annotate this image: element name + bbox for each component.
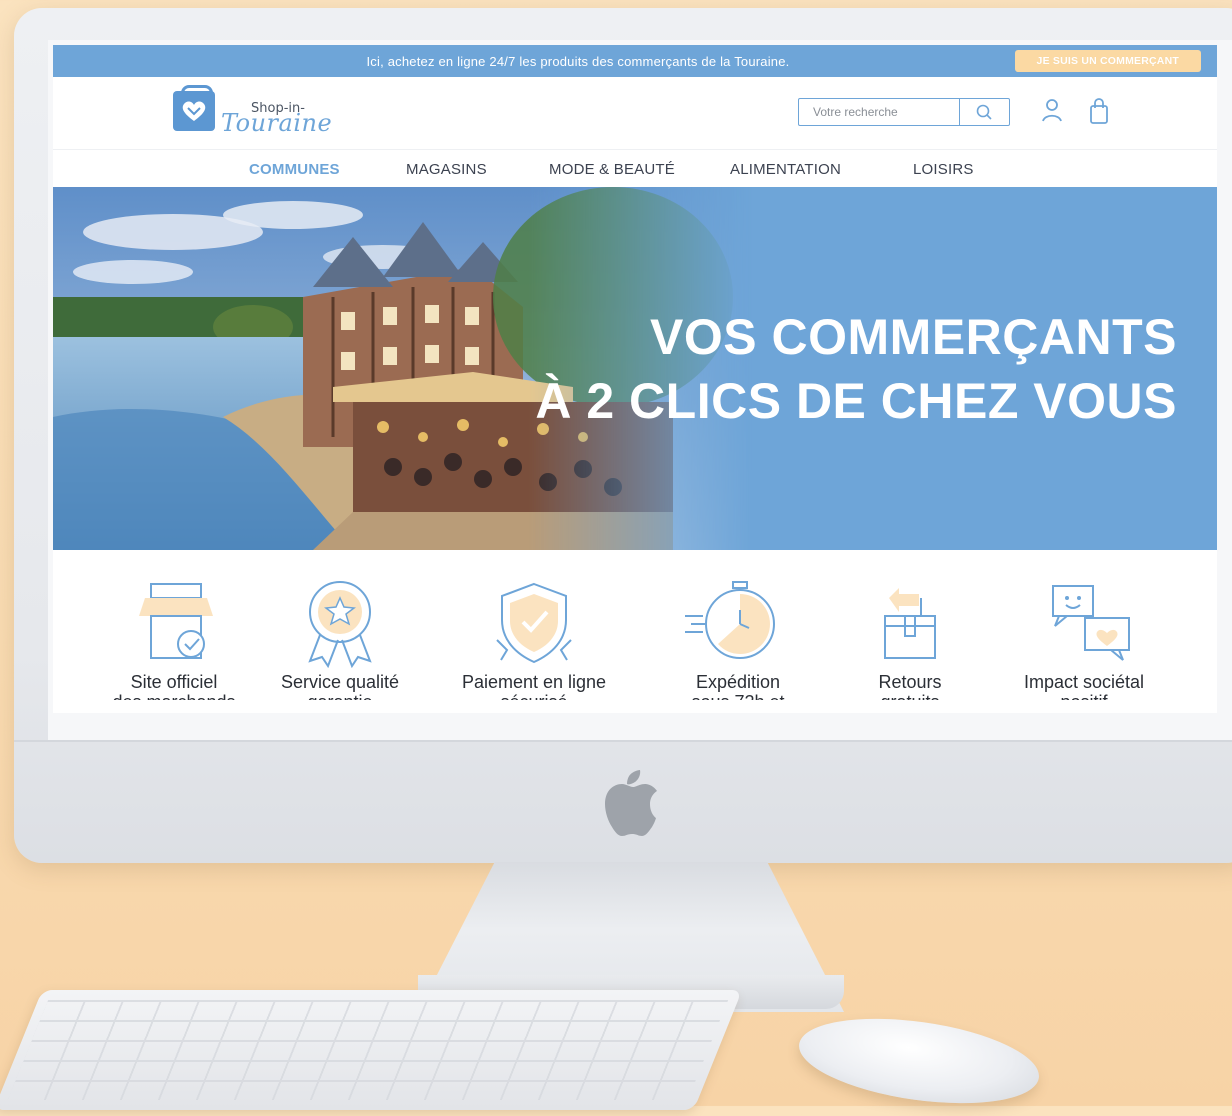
feature-title: Impact sociétal xyxy=(1023,672,1145,692)
feature-title: Retours xyxy=(878,672,942,692)
keyboard xyxy=(0,990,743,1110)
site-header: Shop-in- Touraine xyxy=(53,77,1217,150)
announcement-bar: Ici, achetez en ligne 24/7 les produits … xyxy=(53,45,1217,77)
search-button[interactable] xyxy=(959,99,1009,125)
search-input[interactable] xyxy=(799,99,959,125)
nav-item-magasins[interactable]: MAGASINS xyxy=(406,161,487,178)
nav-item-communes[interactable]: COMMUNES xyxy=(249,161,340,178)
chat-bubbles-icon xyxy=(1052,585,1130,661)
apple-logo-icon xyxy=(605,770,657,836)
feature-shipping: Expédition sous 72h et xyxy=(653,580,823,700)
stopwatch-icon xyxy=(685,581,775,659)
nav-item-alimentation[interactable]: ALIMENTATION xyxy=(730,161,841,178)
monitor-chin-divider xyxy=(14,740,1232,742)
storefront-icon xyxy=(139,583,213,659)
secure-shield-icon xyxy=(496,582,572,664)
quality-badge-icon xyxy=(308,581,372,668)
announcement-text: Ici, achetez en ligne 24/7 les produits … xyxy=(366,54,790,69)
keyboard-keys xyxy=(7,1000,729,1100)
search-box xyxy=(798,98,1010,126)
return-box-icon xyxy=(884,588,936,659)
feature-title: Paiement en ligne xyxy=(461,672,607,692)
feature-free-returns: Retours gratuits xyxy=(825,580,995,700)
main-navigation: COMMUNES MAGASINS MODE & BEAUTÉ ALIMENTA… xyxy=(53,150,1217,188)
feature-secure-payment: Paiement en ligne sécurisé xyxy=(449,580,619,700)
feature-subtitle: garantie xyxy=(255,692,425,700)
heart-logo-icon xyxy=(182,101,206,121)
hero-headline-line1: VOS COMMERÇANTS xyxy=(650,309,1177,365)
feature-subtitle: des marchands xyxy=(89,692,259,700)
hero-headline-line2: À 2 CLICS DE CHEZ VOUS xyxy=(535,373,1177,429)
feature-subtitle: sécurisé xyxy=(449,692,619,700)
mouse xyxy=(793,1005,1045,1116)
features-row: Site officiel des marchands Service qual… xyxy=(53,550,1217,713)
feature-title: Expédition xyxy=(695,672,781,692)
nav-item-mode-beaute[interactable]: MODE & BEAUTÉ xyxy=(549,161,675,178)
website-screen: Ici, achetez en ligne 24/7 les produits … xyxy=(53,45,1217,713)
feature-subtitle: gratuits xyxy=(825,692,995,700)
search-icon xyxy=(976,104,992,120)
feature-social-impact: Impact sociétal positif xyxy=(999,580,1169,700)
hero-headline: VOS COMMERÇANTS À 2 CLICS DE CHEZ VOUS xyxy=(535,305,1177,433)
feature-title: Service qualité xyxy=(280,672,400,692)
shopping-bag-icon[interactable] xyxy=(1086,97,1112,127)
user-account-icon[interactable] xyxy=(1039,97,1065,127)
feature-subtitle: positif xyxy=(999,692,1169,700)
feature-quality-service: Service qualité garantie xyxy=(255,580,425,700)
nav-item-loisirs[interactable]: LOISIRS xyxy=(913,161,974,178)
shopping-bag-logo-icon xyxy=(173,91,215,131)
feature-title: Site officiel xyxy=(130,672,218,692)
merchant-signup-button[interactable]: JE SUIS UN COMMERÇANT xyxy=(1014,50,1201,72)
hero-banner: VOS COMMERÇANTS À 2 CLICS DE CHEZ VOUS xyxy=(53,187,1217,550)
site-logo[interactable]: Shop-in- Touraine xyxy=(173,85,332,141)
logo-script-text: Touraine xyxy=(221,109,333,137)
feature-subtitle: sous 72h et xyxy=(653,692,823,700)
feature-official-site: Site officiel des marchands xyxy=(89,580,259,700)
